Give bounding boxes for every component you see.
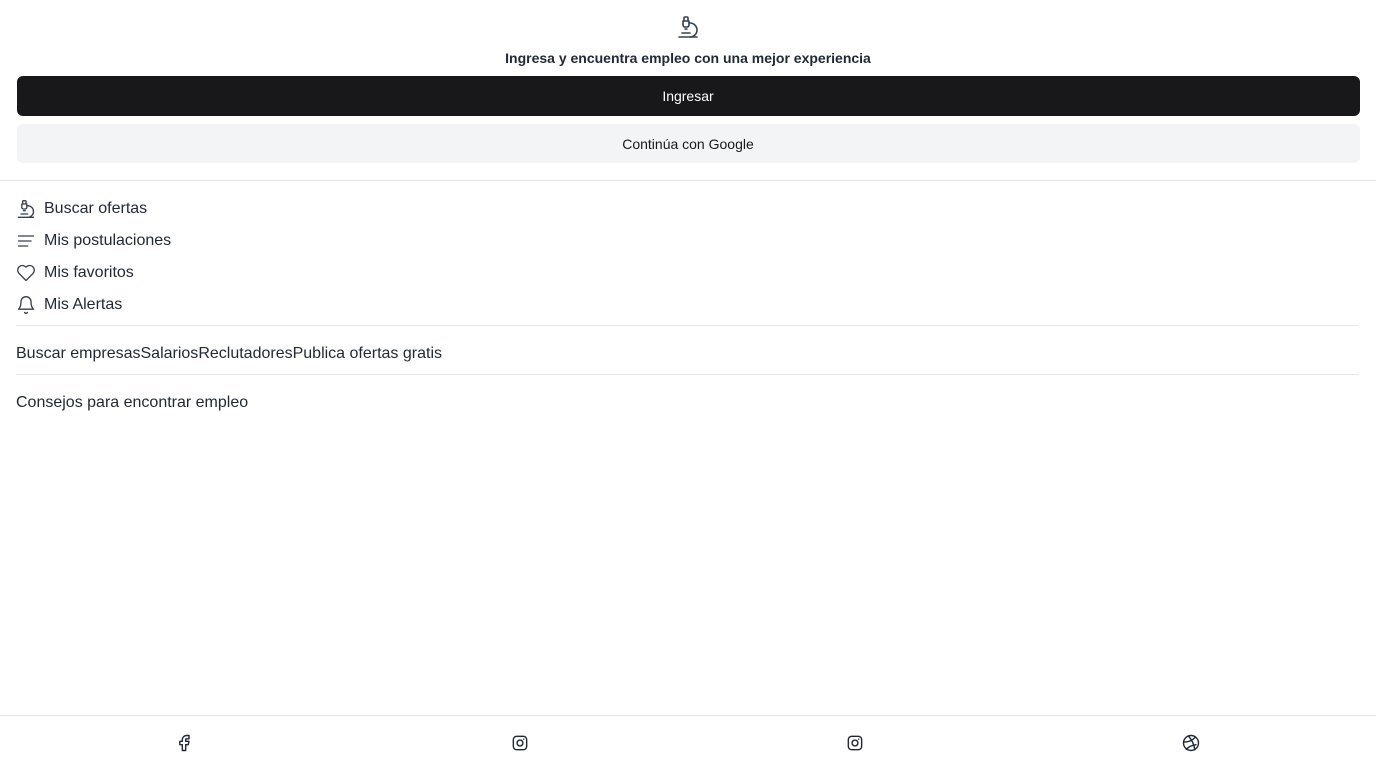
secondary-links: Buscar empresas Salarios Reclutadores Pu… xyxy=(16,343,442,365)
microscope-icon xyxy=(16,199,36,219)
link-publica-ofertas[interactable]: Publica ofertas gratis xyxy=(293,345,442,363)
social-footer xyxy=(0,715,1376,768)
menu-item-label: Mis postulaciones xyxy=(44,232,172,249)
menu-item-label: Mis Alertas xyxy=(44,296,123,313)
menu-item-mis-favoritos[interactable]: Mis favoritos xyxy=(16,257,1359,289)
dribbble-icon[interactable] xyxy=(1180,732,1202,754)
link-buscar-empresas[interactable]: Buscar empresas xyxy=(16,345,141,363)
tagline: Ingresa y encuentra empleo con una mejor… xyxy=(505,50,871,66)
google-login-button[interactable]: Continúa con Google xyxy=(16,124,1360,163)
links-divider xyxy=(16,374,1359,375)
list-icon xyxy=(16,231,36,251)
menu-item-label: Buscar ofertas xyxy=(44,200,148,217)
bell-icon xyxy=(16,295,36,315)
link-salarios[interactable]: Salarios xyxy=(141,345,199,363)
menu-item-mis-postulaciones[interactable]: Mis postulaciones xyxy=(16,225,1359,257)
header-divider xyxy=(0,180,1376,181)
menu-divider xyxy=(16,325,1359,326)
microscope-icon xyxy=(676,14,700,40)
facebook-icon[interactable] xyxy=(173,732,195,754)
menu-item-mis-alertas[interactable]: Mis Alertas xyxy=(16,289,1359,321)
menu-item-label: Mis favoritos xyxy=(44,264,134,281)
heart-icon xyxy=(16,263,36,283)
instagram-icon[interactable] xyxy=(844,732,866,754)
user-menu: Buscar ofertas Mis postulaciones Mis fav… xyxy=(16,193,1359,321)
auth-header: Ingresa y encuentra empleo con una mejor… xyxy=(0,0,1376,163)
menu-item-buscar-ofertas[interactable]: Buscar ofertas xyxy=(16,193,1359,225)
link-consejos[interactable]: Consejos para encontrar empleo xyxy=(16,392,248,414)
login-button[interactable]: Ingresar xyxy=(16,76,1360,116)
instagram-icon[interactable] xyxy=(509,732,531,754)
link-reclutadores[interactable]: Reclutadores xyxy=(198,345,292,363)
mobile-menu-page: Ingresa y encuentra empleo con una mejor… xyxy=(0,0,1376,768)
